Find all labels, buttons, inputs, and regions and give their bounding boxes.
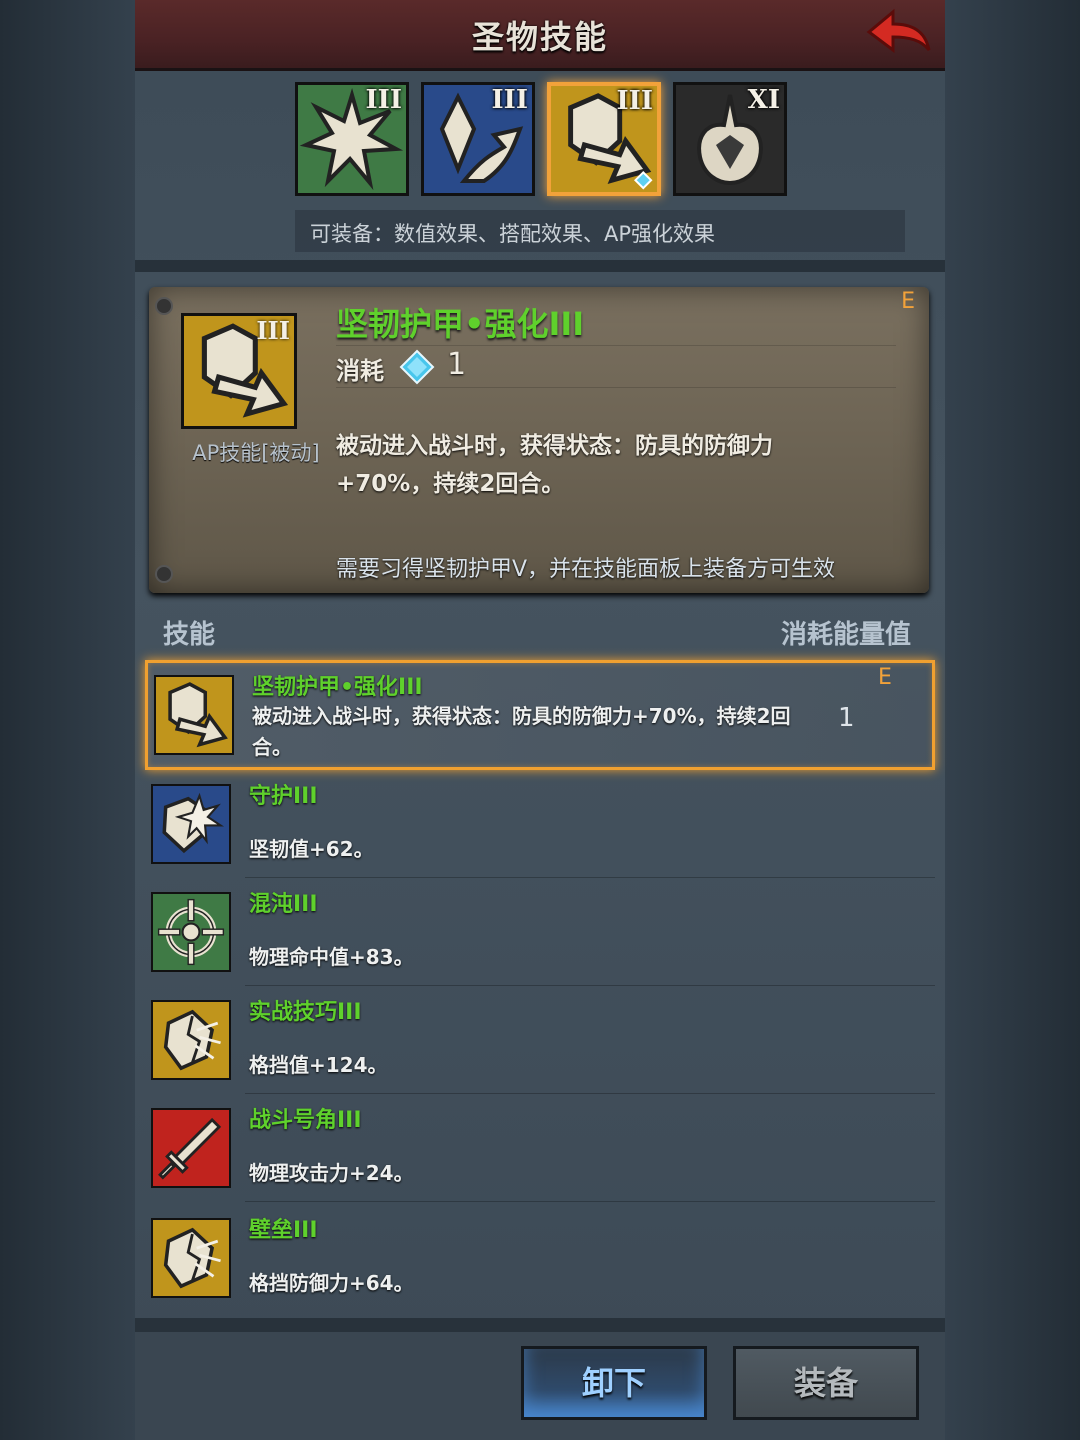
skill-name: 战斗号角III (249, 1108, 362, 1133)
relic-tab-4[interactable]: XI (673, 82, 787, 196)
skill-row-icon (151, 1000, 231, 1080)
back-button[interactable] (863, 6, 935, 62)
relic-level: III (365, 85, 403, 115)
divider (135, 1318, 945, 1332)
skill-name: 壁垒III (249, 1218, 318, 1243)
cracked-shield-icon (163, 1227, 221, 1289)
column-header-skill: 技能 (163, 620, 216, 650)
skill-row[interactable]: 壁垒III 格挡防御力+64。 (145, 1206, 935, 1312)
skill-description: 坚韧值+62。 (249, 837, 374, 861)
header-bar: 圣物技能 (135, 0, 945, 71)
detail-description: 被动进入战斗时，获得状态：防具的防御力 +70%，持续2回合。 (336, 427, 836, 503)
skill-detail-card: III AP技能[被动] 坚韧护甲•强化III 消耗 1 E 被动进入战斗时，获… (149, 287, 929, 593)
detail-grade: E (901, 289, 915, 314)
skill-row[interactable]: 实战技巧III 格挡值+124。 (145, 988, 935, 1094)
equip-button[interactable]: 装备 (733, 1346, 919, 1420)
divider (245, 1201, 935, 1202)
skill-description: 格挡防御力+64。 (249, 1271, 414, 1295)
crosshair-icon (157, 898, 225, 966)
rivet (155, 565, 173, 583)
skill-description: 物理攻击力+24。 (249, 1161, 414, 1185)
skill-row-icon (151, 784, 231, 864)
skill-name: 坚韧护甲•强化III (252, 675, 423, 700)
detail-cost-value: 1 (447, 347, 467, 382)
relic-tab-1[interactable]: III (295, 82, 409, 196)
divider (135, 260, 945, 272)
cracked-shield-icon (163, 1009, 221, 1071)
divider (336, 387, 896, 388)
relic-skill-panel: 圣物技能 III III III XI 可装备：数值效果、搭配效果、AP强化效果… (135, 0, 945, 1440)
shield-burst-icon (162, 792, 225, 854)
sword-icon (158, 1117, 222, 1180)
page-title: 圣物技能 (471, 18, 608, 56)
column-header-cost: 消耗能量值 (780, 620, 911, 650)
rivet (155, 297, 173, 315)
right-backdrop (945, 0, 1080, 1440)
divider (245, 1093, 935, 1094)
skill-row[interactable]: 战斗号角III 物理攻击力+24。 (145, 1096, 935, 1202)
skill-name: 混沌III (249, 892, 318, 917)
back-arrow-icon (866, 8, 931, 53)
skill-description: 物理命中值+83。 (249, 945, 414, 969)
skill-grade: E (878, 665, 892, 690)
relic-level: XI (747, 85, 780, 115)
skill-name: 守护III (249, 784, 318, 809)
equipable-types: 可装备：数值效果、搭配效果、AP强化效果 (310, 222, 716, 246)
skill-row-icon (151, 1108, 231, 1188)
skill-name: 实战技巧III (249, 1000, 362, 1025)
detail-requirement: 需要习得坚韧护甲V，并在技能面板上装备方可生效 (336, 557, 836, 582)
skill-description: 被动进入战斗时，获得状态：防具的防御力+70%，持续2回合。 (252, 704, 791, 759)
shield-arrow-icon (168, 682, 228, 748)
detail-description-line: 被动进入战斗时，获得状态：防具的防御力 (336, 433, 773, 459)
divider (336, 345, 896, 346)
detail-skill-name: 坚韧护甲•强化III (336, 305, 585, 343)
relic-tab-3[interactable]: III (547, 82, 661, 196)
action-bar: 卸下 装备 (135, 1332, 945, 1440)
divider (245, 877, 935, 878)
detail-icon-level: III (256, 316, 290, 345)
detail-cost-label: 消耗 (336, 357, 384, 385)
relic-level: III (616, 86, 654, 116)
divider (245, 985, 935, 986)
detail-description-line: +70%，持续2回合。 (336, 471, 565, 497)
skill-description: 格挡值+124。 (249, 1053, 388, 1077)
skill-row[interactable]: 混沌III 物理命中值+83。 (145, 880, 935, 986)
skill-row-icon (151, 892, 231, 972)
detail-skill-icon: III (181, 313, 297, 429)
relic-level: III (491, 85, 529, 115)
relic-tab-2[interactable]: III (421, 82, 535, 196)
skill-row-icon (154, 675, 234, 755)
skill-cost: 1 (838, 703, 855, 733)
detail-skill-type: AP技能[被动] (192, 441, 320, 465)
skill-row[interactable]: 坚韧护甲•强化III 被动进入战斗时，获得状态：防具的防御力+70%，持续2回合… (145, 660, 935, 770)
skill-row[interactable]: 守护III 坚韧值+62。 (145, 772, 935, 878)
skill-row-icon (151, 1218, 231, 1298)
unequip-button[interactable]: 卸下 (521, 1346, 707, 1420)
left-backdrop (0, 0, 135, 1440)
energy-gem-icon (399, 349, 435, 385)
